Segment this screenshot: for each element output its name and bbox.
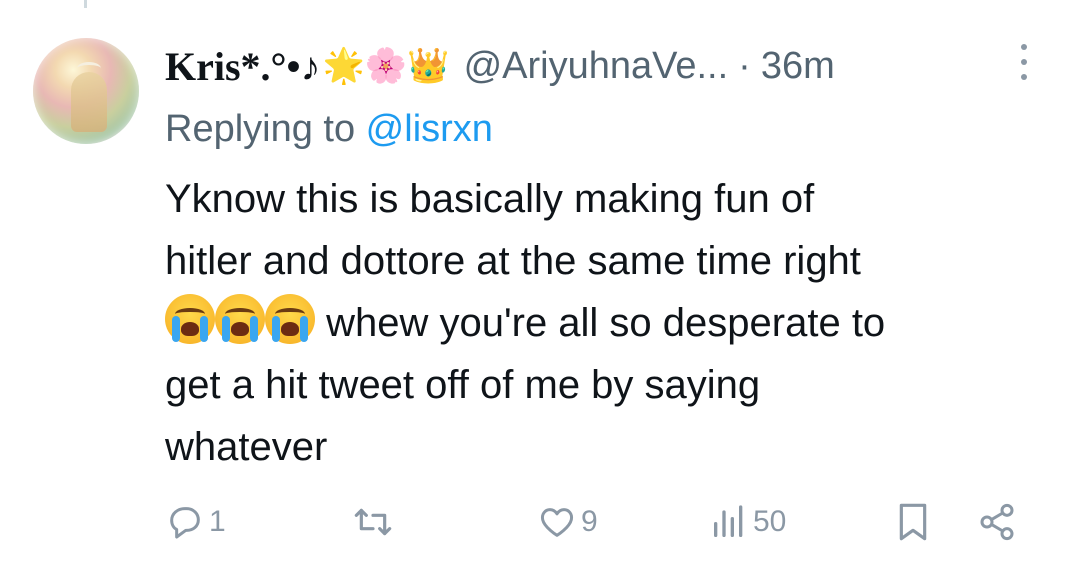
heart-icon — [540, 508, 574, 537]
display-name[interactable]: Kris*.°•♪ — [165, 43, 321, 90]
retweet-icon — [354, 508, 392, 536]
crying-face-icon — [215, 294, 265, 344]
display-name-emoji: 🌟🌸👑 — [322, 46, 450, 86]
like-count: 9 — [581, 505, 598, 538]
replying-mention-link[interactable]: @lisrxn — [366, 108, 493, 150]
avatar-figure — [71, 72, 107, 132]
tweet-text-line: Yknow this is basically making fun of — [165, 177, 815, 221]
tweet-text-line: whatever — [165, 425, 328, 469]
separator-dot: · — [738, 44, 751, 87]
timestamp[interactable]: 36m — [761, 45, 835, 88]
tweet-text-line: get a hit tweet off of me by saying — [165, 363, 761, 407]
like-button[interactable]: 9 — [537, 498, 598, 546]
bookmark-icon — [899, 503, 927, 541]
share-button[interactable] — [977, 498, 1017, 546]
bookmark-button[interactable] — [893, 498, 933, 546]
thread-connector-line — [84, 0, 87, 8]
tweet-text-segment: whew you're all so desperate to — [315, 301, 886, 345]
tweet-header: Kris*.°•♪ 🌟🌸👑 @AriyuhnaVe... · 36m — [165, 38, 835, 94]
crying-face-icon — [265, 294, 315, 344]
replying-to: Replying to @lisrxn — [165, 108, 493, 151]
action-bar: 1 9 50 — [165, 498, 1025, 546]
tweet-text-line: whew you're all so desperate to — [165, 292, 1045, 354]
replying-prefix: Replying to — [165, 108, 366, 150]
crying-face-icon — [165, 294, 215, 344]
views-button[interactable]: 50 — [709, 498, 786, 546]
views-count: 50 — [753, 505, 787, 538]
share-icon — [980, 503, 1014, 541]
reply-icon — [170, 507, 200, 539]
reply-count: 1 — [209, 505, 226, 538]
reply-button[interactable]: 1 — [165, 498, 226, 546]
avatar[interactable] — [33, 38, 139, 144]
views-icon — [714, 505, 743, 537]
tweet-text-line: hitler and dottore at the same time righ… — [165, 239, 861, 283]
user-handle[interactable]: @AriyuhnaVe... — [464, 45, 729, 88]
tweet-text: Yknow this is basically making fun of hi… — [165, 168, 1045, 478]
retweet-button[interactable] — [351, 498, 399, 546]
more-options-icon[interactable] — [1014, 44, 1034, 80]
